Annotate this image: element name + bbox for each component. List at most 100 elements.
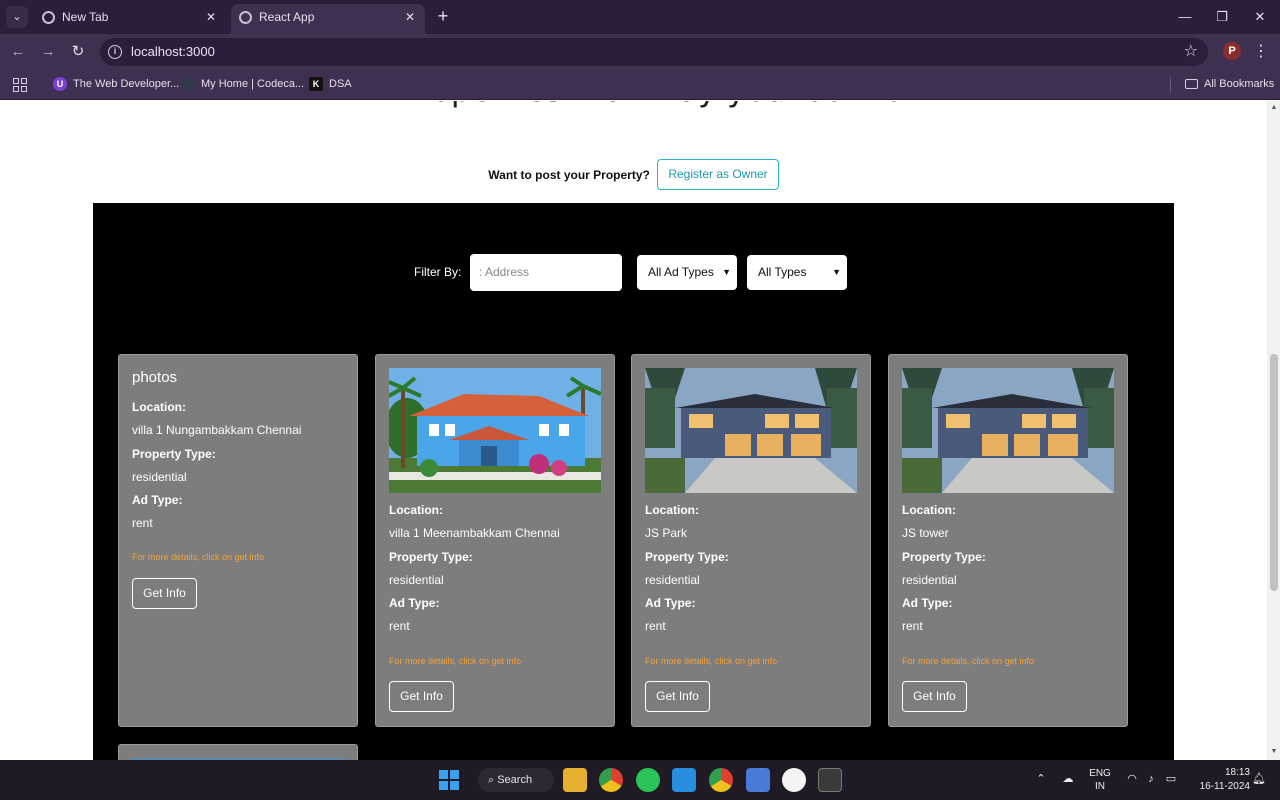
post-property-row: Want to post your Property? Register as …: [0, 159, 1267, 190]
language-region[interactable]: IN: [1087, 781, 1113, 792]
location-value: villa 1 Meenambakkam Chennai: [389, 526, 560, 540]
get-info-button[interactable]: Get Info: [132, 578, 197, 609]
property-type-select[interactable]: All Types ▼: [747, 255, 847, 290]
property-type-label: Property Type:: [645, 550, 729, 564]
all-bookmarks-button[interactable]: All Bookmarks: [1185, 70, 1274, 100]
close-window-icon[interactable]: ✕: [1248, 6, 1272, 28]
tab-new-tab[interactable]: New Tab ✕: [34, 4, 226, 34]
profile-avatar[interactable]: P: [1223, 42, 1241, 60]
ad-type-select[interactable]: All Ad Types ▼: [637, 255, 737, 290]
ad-type-label: Ad Type:: [389, 596, 440, 610]
details-hint: For more details, click on get info: [902, 656, 1035, 666]
property-card: Location: JS Park Property Type: residen…: [631, 354, 871, 727]
folder-icon: [1185, 79, 1198, 90]
register-owner-button[interactable]: Register as Owner: [657, 159, 779, 190]
post-property-prompt: Want to post your Property?: [488, 167, 650, 182]
scroll-down-icon[interactable]: ▼: [1270, 748, 1278, 755]
property-type-selected: All Types: [758, 265, 807, 279]
volume-icon[interactable]: ♪: [1144, 772, 1158, 786]
bookmark-dsa[interactable]: K DSA: [309, 70, 352, 100]
location-label: Location:: [132, 400, 186, 414]
wifi-icon[interactable]: ◠: [1125, 772, 1139, 786]
property-type-value: residential: [389, 573, 444, 587]
details-hint: For more details, click on get info: [645, 656, 778, 666]
globe-icon: [239, 11, 252, 24]
ad-type-value: rent: [132, 516, 153, 530]
property-card: [118, 744, 358, 760]
file-explorer-icon[interactable]: [563, 768, 587, 792]
property-card: Location: villa 1 Meenambakkam Chennai P…: [375, 354, 615, 727]
get-info-button[interactable]: Get Info: [645, 681, 710, 712]
chrome-taskbar-icon[interactable]: [599, 768, 623, 792]
property-type-label: Property Type:: [902, 550, 986, 564]
taskbar-search[interactable]: ⌕ Search: [478, 768, 554, 792]
bookmark-star-icon[interactable]: ☆: [1184, 38, 1198, 66]
browser-toolbar: ← → ↻ i localhost:3000 ☆ P ⋮: [0, 34, 1280, 70]
apps-grid-icon[interactable]: [13, 78, 27, 92]
language-code[interactable]: ENG: [1087, 768, 1113, 779]
property-card: photos Location: villa 1 Nungambakkam Ch…: [118, 354, 358, 727]
get-info-button[interactable]: Get Info: [902, 681, 967, 712]
chevron-up-icon[interactable]: ⌃: [1034, 772, 1048, 786]
scroll-thumb[interactable]: [1270, 354, 1278, 591]
bookmark-label: The Web Developer...: [73, 78, 180, 90]
property-photo-modern-house[interactable]: [902, 368, 1114, 493]
notification-bell-icon[interactable]: 🔔︎: [1252, 772, 1266, 786]
property-type-value: residential: [645, 573, 700, 587]
location-label: Location:: [389, 503, 443, 517]
back-arrow-icon[interactable]: ←: [7, 41, 29, 63]
property-photo-modern-house[interactable]: [645, 368, 857, 493]
tab-label: New Tab: [62, 10, 109, 24]
clock-time[interactable]: 18:13: [1190, 767, 1250, 778]
new-tab-button[interactable]: +: [433, 5, 453, 27]
close-tab-icon[interactable]: ✕: [206, 4, 216, 30]
page-viewport: All Properties that may you look for Wan…: [0, 101, 1267, 760]
ad-type-value: rent: [389, 619, 410, 633]
page-scrollbar[interactable]: ▲ ▼: [1267, 101, 1280, 760]
onedrive-icon[interactable]: ☁: [1061, 772, 1075, 786]
get-info-button[interactable]: Get Info: [389, 681, 454, 712]
site-info-icon[interactable]: i: [108, 45, 122, 59]
app-icon[interactable]: [782, 768, 806, 792]
tab-label: React App: [259, 10, 315, 24]
ad-type-label: Ad Type:: [645, 596, 696, 610]
property-type-value: residential: [132, 470, 187, 484]
clock-date[interactable]: 16-11-2024: [1184, 781, 1250, 792]
ad-type-value: rent: [902, 619, 923, 633]
ad-type-selected: All Ad Types: [648, 265, 714, 279]
filter-label: Filter By:: [414, 265, 462, 279]
vscode-icon[interactable]: [672, 768, 696, 792]
more-menu-icon[interactable]: ⋮: [1252, 41, 1270, 63]
scroll-up-icon[interactable]: ▲: [1270, 104, 1278, 111]
bookmark-favicon-icon: U: [53, 77, 67, 92]
chevron-down-icon: ▼: [832, 267, 841, 277]
battery-icon[interactable]: ▭: [1164, 772, 1178, 786]
bookmark-web-developer[interactable]: U The Web Developer...: [53, 70, 179, 100]
maximize-icon[interactable]: ❐: [1210, 6, 1234, 28]
windows-start-icon[interactable]: [437, 768, 461, 792]
whatsapp-icon[interactable]: [636, 768, 660, 792]
taskbar-search-label: Search: [497, 774, 533, 786]
broken-image-photo: photos: [132, 369, 178, 386]
tab-search-button[interactable]: ⌄: [6, 6, 28, 28]
bookmarks-bar: U The Web Developer... My Home | Codeca..…: [0, 70, 1280, 100]
terminal-icon[interactable]: [818, 768, 842, 792]
close-tab-icon[interactable]: ✕: [405, 4, 415, 30]
address-filter-input[interactable]: : Address: [470, 254, 622, 291]
bookmark-favicon-icon: K: [309, 77, 323, 92]
url-text[interactable]: localhost:3000: [131, 38, 215, 66]
chevron-down-icon: ▼: [722, 267, 731, 277]
location-value: villa 1 Nungambakkam Chennai: [132, 423, 302, 437]
ad-type-value: rent: [645, 619, 666, 633]
minimize-icon[interactable]: —: [1173, 6, 1197, 28]
address-bar[interactable]: i localhost:3000 ☆: [100, 38, 1208, 66]
property-photo-blue-villa[interactable]: [389, 368, 601, 493]
reload-icon[interactable]: ↻: [67, 41, 89, 63]
details-hint: For more details, click on get info: [132, 552, 265, 562]
bookmark-codecademy[interactable]: My Home | Codeca...: [181, 70, 304, 100]
notepad-icon[interactable]: [746, 768, 770, 792]
property-type-label: Property Type:: [389, 550, 473, 564]
tab-react-app[interactable]: React App ✕: [231, 4, 425, 34]
chrome-profile-taskbar-icon[interactable]: [709, 768, 733, 792]
forward-arrow-icon[interactable]: →: [37, 41, 59, 63]
